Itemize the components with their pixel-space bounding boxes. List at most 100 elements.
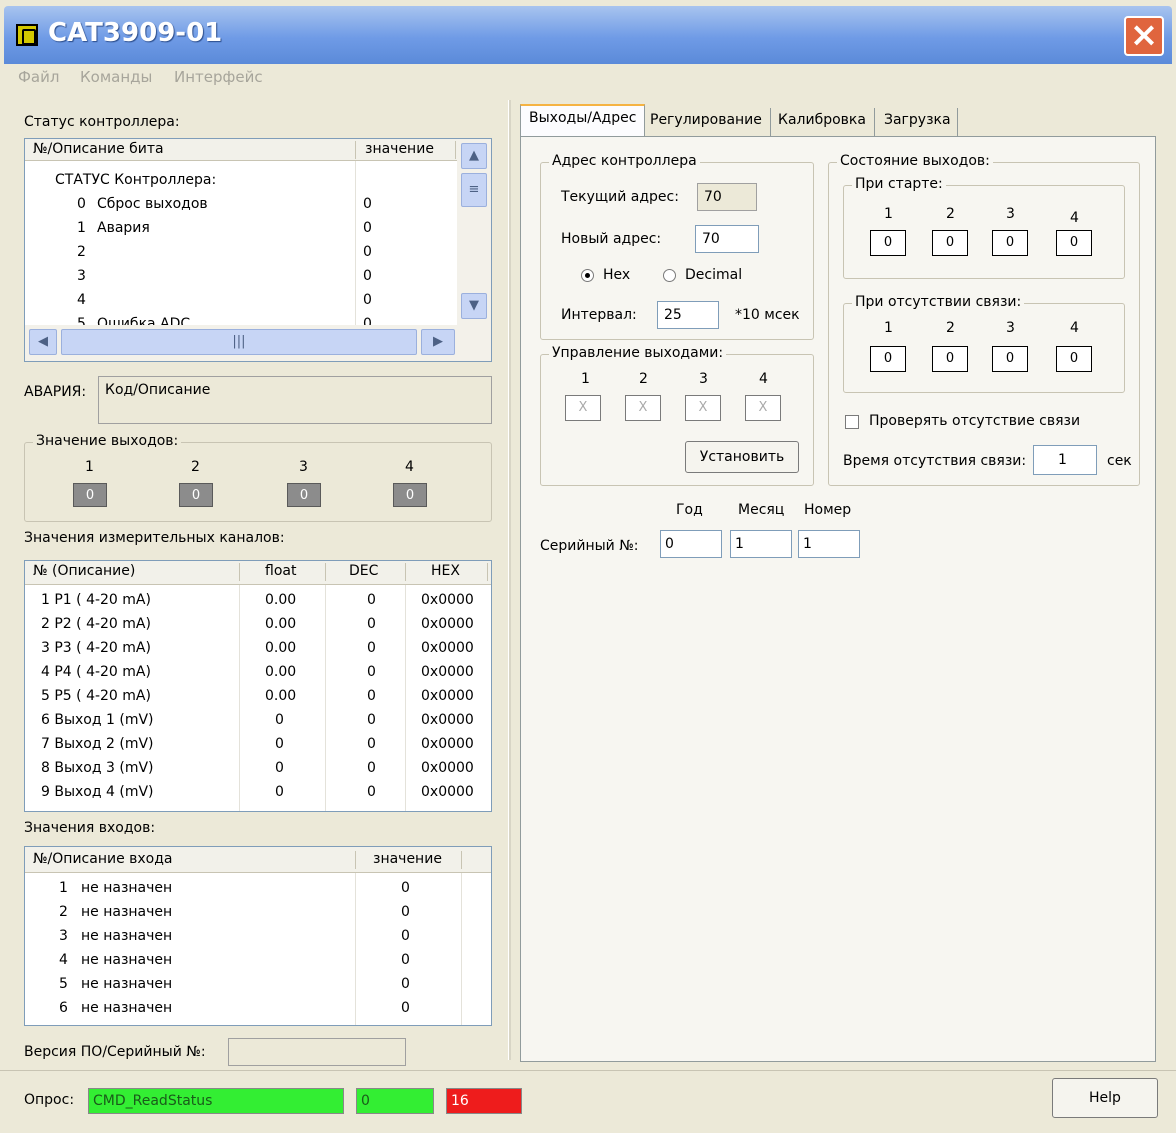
version-field [228, 1038, 406, 1066]
table-row[interactable]: 9 Выход 4 (mV) 0 0 0x0000 [25, 781, 491, 805]
output-control-title: Управление выходами: [549, 345, 727, 361]
table-row[interactable]: 6 Выход 1 (mV) 0 0 0x0000 [25, 709, 491, 733]
scroll-thumb[interactable]: ≡ [461, 173, 487, 207]
set-outputs-button[interactable]: Установить [685, 441, 799, 473]
table-row[interactable]: 5 не назначен 0 [25, 973, 491, 997]
output-state-title: Состояние выходов: [837, 153, 993, 169]
hex-radio[interactable] [581, 269, 594, 282]
at-start-title: При старте: [852, 176, 946, 192]
horizontal-scroll-thumb[interactable]: ||| [61, 329, 417, 355]
nolink-output-2[interactable]: 0 [932, 346, 968, 372]
tab-upload[interactable]: Загрузка [884, 108, 958, 136]
menu-interface[interactable]: Интерфейс [174, 68, 263, 86]
scroll-left-arrow-icon[interactable]: ◀ [29, 329, 57, 355]
table-row[interactable]: 1 Авария 0 [25, 217, 457, 241]
close-button[interactable]: × [1124, 16, 1164, 56]
window-title: CAT3909-01 [48, 18, 223, 48]
serial-month-input[interactable]: 1 [730, 530, 792, 558]
scroll-right-arrow-icon[interactable]: ▶ [421, 329, 455, 355]
output-values-title: Значение выходов: [33, 433, 182, 449]
decimal-radio[interactable] [663, 269, 676, 282]
table-row[interactable]: 3 не назначен 0 [25, 925, 491, 949]
check-link-checkbox[interactable] [845, 415, 859, 429]
controller-address-group: Адрес контроллера Текущий адрес: 70 Новы… [540, 153, 814, 340]
menu-bar: Файл Команды Интерфейс [4, 64, 1172, 90]
serial-label: Серийный №: [540, 538, 639, 554]
app-window: CAT3909-01 × Файл Команды Интерфейс Стат… [0, 0, 1176, 1133]
status-table[interactable]: №/Описание бита значение СТАТУС Контролл… [24, 138, 492, 362]
output-value-4: 0 [393, 483, 427, 507]
poll-error-indicator: 16 [446, 1088, 522, 1114]
inputs-table[interactable]: №/Описание входа значение 1 не назначен 0 … [24, 846, 492, 1026]
menu-file[interactable]: Файл [18, 68, 59, 86]
table-row[interactable]: 2 0 [25, 241, 457, 265]
output-value-3: 0 [287, 483, 321, 507]
output-toggle-1[interactable]: X [565, 395, 601, 421]
table-row[interactable]: 6 не назначен 0 [25, 997, 491, 1021]
table-row[interactable]: 8 Выход 3 (mV) 0 0 0x0000 [25, 757, 491, 781]
table-row[interactable]: 5 P5 ( 4-20 mA) 0.00 0 0x0000 [25, 685, 491, 709]
output-toggle-4[interactable]: X [745, 395, 781, 421]
version-label: Версия ПО/Серийный №: [24, 1044, 206, 1060]
start-output-1[interactable]: 0 [870, 230, 906, 256]
output-values-group: Значение выходов: 1 2 3 4 0 0 0 0 [24, 433, 492, 522]
help-button[interactable]: Help [1052, 1078, 1158, 1118]
no-link-title: При отсутствии связи: [852, 294, 1025, 310]
title-bar[interactable]: CAT3909-01 × [4, 6, 1172, 64]
tab-calibration[interactable]: Калибровка [778, 108, 875, 136]
output-value-2: 0 [179, 483, 213, 507]
table-row[interactable]: 4 0 [25, 289, 457, 313]
output-control-group: Управление выходами: 1 2 3 4 X X X X Уст… [540, 345, 814, 486]
table-row[interactable]: 0 Сброс выходов 0 [25, 193, 457, 217]
status-controller-label: Статус контроллера: [24, 114, 180, 130]
table-row[interactable]: 7 Выход 2 (mV) 0 0 0x0000 [25, 733, 491, 757]
current-address-field: 70 [697, 183, 757, 211]
horizontal-scrollbar[interactable]: ◀ ||| ▶ [25, 325, 491, 361]
status-table-header: №/Описание бита значение [25, 139, 457, 161]
tab-outputs-address[interactable]: Выходы/Адрес [520, 104, 646, 136]
table-row[interactable]: 4 P4 ( 4-20 mA) 0.00 0 0x0000 [25, 661, 491, 685]
poll-count-indicator: 0 [356, 1088, 434, 1114]
table-row[interactable]: СТАТУС Контроллера: [25, 169, 457, 193]
controller-address-title: Адрес контроллера [549, 153, 700, 169]
table-row[interactable]: 5 Ошибка ADC 0 [25, 313, 457, 325]
serial-number-label: Номер [804, 502, 852, 518]
new-address-input[interactable]: 70 [695, 225, 759, 253]
start-output-4[interactable]: 0 [1056, 230, 1092, 256]
output-toggle-3[interactable]: X [685, 395, 721, 421]
table-row[interactable]: 2 P2 ( 4-20 mA) 0.00 0 0x0000 [25, 613, 491, 637]
table-row[interactable]: 1 P1 ( 4-20 mA) 0.00 0 0x0000 [25, 589, 491, 613]
nolink-output-4[interactable]: 0 [1056, 346, 1092, 372]
scroll-down-arrow-icon[interactable]: ▼ [461, 293, 487, 319]
alarm-label: АВАРИЯ: [24, 384, 87, 400]
output-value-1: 0 [73, 483, 107, 507]
inputs-table-header: №/Описание входа значение [25, 847, 491, 873]
vertical-scrollbar[interactable]: ▲ ≡ ▼ [457, 139, 491, 325]
table-row[interactable]: 4 не назначен 0 [25, 949, 491, 973]
table-row[interactable]: 3 P3 ( 4-20 mA) 0.00 0 0x0000 [25, 637, 491, 661]
poll-label: Опрос: [24, 1092, 75, 1108]
scroll-up-arrow-icon[interactable]: ▲ [461, 143, 487, 169]
poll-command-indicator: CMD_ReadStatus [88, 1088, 344, 1114]
start-output-3[interactable]: 0 [992, 230, 1028, 256]
tab-regulation[interactable]: Регулирование [650, 108, 771, 136]
alarm-field: Код/Описание [98, 376, 492, 424]
nolink-output-1[interactable]: 0 [870, 346, 906, 372]
nolink-output-3[interactable]: 0 [992, 346, 1028, 372]
check-link-label: Проверять отсутствие связи [869, 413, 1081, 429]
status-divider [0, 1070, 1176, 1071]
panel-divider [508, 100, 511, 1060]
serial-number-input[interactable]: 1 [798, 530, 860, 558]
link-timeout-label: Время отсутствия связи: [843, 453, 1027, 469]
menu-commands[interactable]: Команды [80, 68, 152, 86]
output-toggle-2[interactable]: X [625, 395, 661, 421]
table-row[interactable]: 3 0 [25, 265, 457, 289]
start-output-2[interactable]: 0 [932, 230, 968, 256]
at-start-group: При старте: 1 2 3 4 0 0 0 0 [843, 176, 1125, 279]
interval-input[interactable]: 25 [657, 301, 719, 329]
serial-year-input[interactable]: 0 [660, 530, 722, 558]
channels-table[interactable]: № (Описание) float DEC HEX 1 P1 ( 4-20 m… [24, 560, 492, 812]
table-row[interactable]: 1 не назначен 0 [25, 877, 491, 901]
table-row[interactable]: 2 не назначен 0 [25, 901, 491, 925]
link-timeout-input[interactable]: 1 [1033, 445, 1097, 475]
